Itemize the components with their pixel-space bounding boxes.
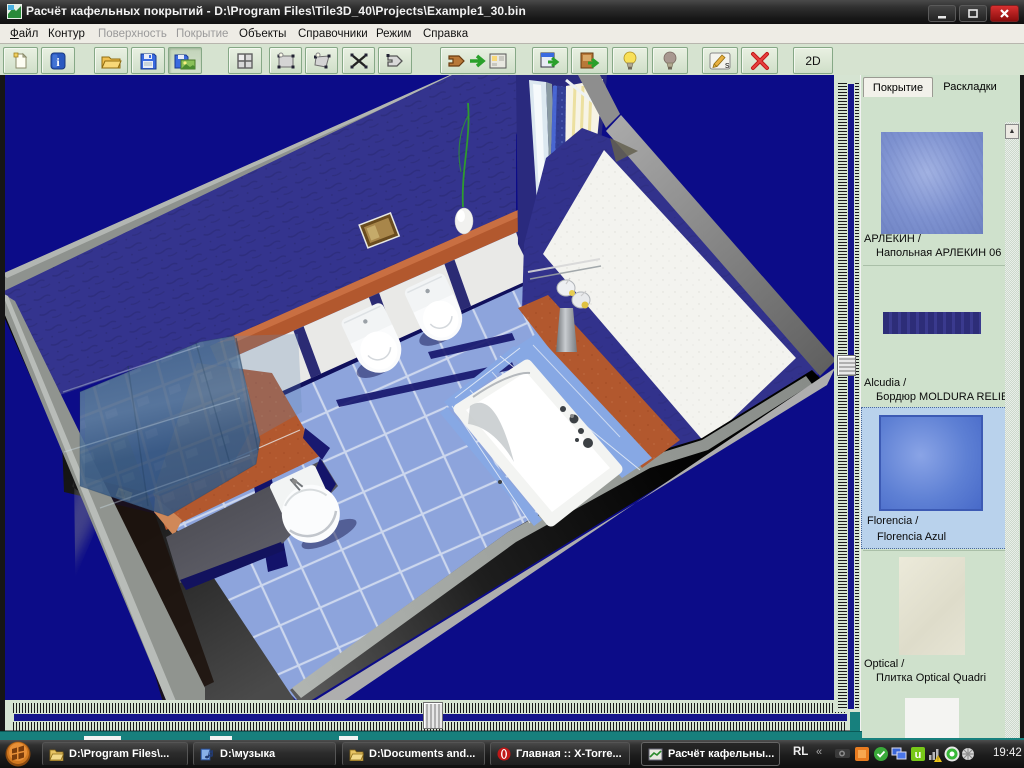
svg-text:u: u [915,749,922,761]
svg-text:s: s [725,60,730,70]
